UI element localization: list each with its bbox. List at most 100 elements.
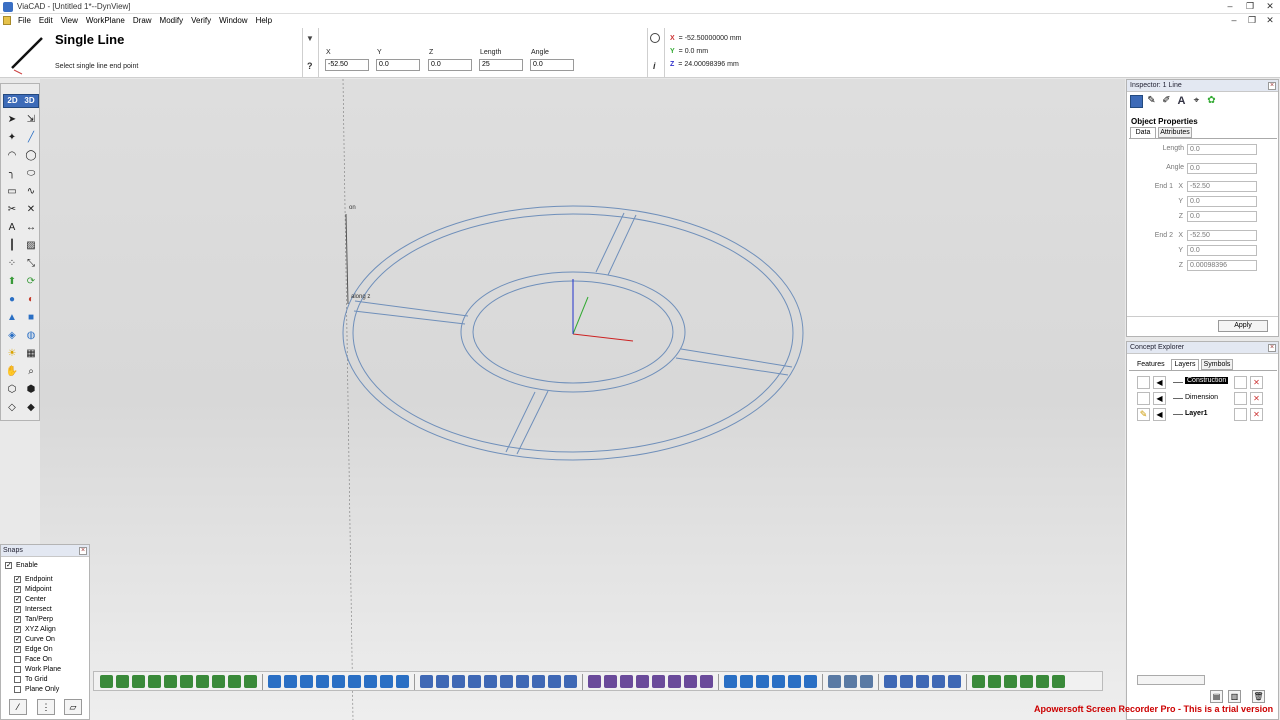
layer-edit-toggle[interactable] xyxy=(1137,376,1150,389)
box-icon[interactable]: ■ xyxy=(23,309,39,325)
snap-option-checkbox[interactable] xyxy=(14,655,21,663)
analyze-icon[interactable] xyxy=(844,675,857,688)
union-icon[interactable] xyxy=(636,675,649,688)
green-loft-icon[interactable] xyxy=(132,675,145,688)
solid-extrude-icon[interactable]: ⬆ xyxy=(4,273,20,289)
twist-icon[interactable] xyxy=(484,675,497,688)
sphere-icon[interactable]: ● xyxy=(4,291,20,307)
ellipse-icon[interactable]: ⬭ xyxy=(23,165,39,181)
paint-icon[interactable]: ✐ xyxy=(1160,95,1173,108)
end2-x-value[interactable]: -52.50 xyxy=(1187,230,1257,241)
snaps-close-icon[interactable]: × xyxy=(79,547,87,555)
menu-help[interactable]: Help xyxy=(252,14,276,28)
spline-icon[interactable]: ∿ xyxy=(23,183,39,199)
layer-name[interactable]: Layer1 xyxy=(1185,410,1208,417)
dimension-icon[interactable]: ↔ xyxy=(23,219,39,235)
zoom-icon[interactable]: ⌕ xyxy=(23,363,39,379)
red-cube-icon[interactable] xyxy=(588,675,601,688)
end1-x-value[interactable]: -52.50 xyxy=(1187,181,1257,192)
face-offset-icon[interactable] xyxy=(740,675,753,688)
new-layer-icon[interactable]: ▤ xyxy=(1210,690,1223,703)
face-fill-icon[interactable] xyxy=(804,675,817,688)
split-icon[interactable] xyxy=(652,675,665,688)
point-icon[interactable]: ✦ xyxy=(4,129,20,145)
light-icon[interactable]: ☀ xyxy=(4,345,20,361)
construction-icon[interactable]: ┃ xyxy=(4,237,20,253)
view-iso-icon[interactable]: ⬡ xyxy=(4,381,20,397)
cross-section-icon[interactable] xyxy=(860,675,873,688)
mode-3d[interactable]: 3D xyxy=(21,95,38,107)
menu-verify[interactable]: Verify xyxy=(187,14,215,28)
pointer-mini-icon[interactable] xyxy=(100,675,113,688)
array-icon[interactable] xyxy=(948,675,961,688)
solid-revolve-icon[interactable]: ⟳ xyxy=(23,273,39,289)
tube-icon[interactable] xyxy=(436,675,449,688)
tab-symbols[interactable]: Symbols xyxy=(1201,359,1233,370)
menu-edit[interactable]: Edit xyxy=(35,14,57,28)
cone-icon[interactable]: ▲ xyxy=(4,309,20,325)
tab-features[interactable]: Features xyxy=(1137,361,1165,368)
line-icon[interactable]: ╱ xyxy=(23,129,39,145)
circle-option-icon[interactable] xyxy=(650,33,660,43)
figure-icon[interactable] xyxy=(1020,675,1033,688)
horizontal-scrollbar[interactable] xyxy=(1137,675,1205,685)
face-delete-icon[interactable] xyxy=(772,675,785,688)
hatch-icon[interactable]: ▨ xyxy=(23,237,39,253)
snap-plane-button[interactable]: ▱ xyxy=(64,699,82,715)
green-leaf-icon[interactable] xyxy=(244,675,257,688)
3d-viewport[interactable]: on along z xyxy=(40,78,1125,720)
face-replace-icon[interactable] xyxy=(788,675,801,688)
arc-icon[interactable]: ◠ xyxy=(4,147,20,163)
green-extrude-icon[interactable] xyxy=(116,675,129,688)
end1-z-value[interactable]: 0.0 xyxy=(1187,211,1257,222)
layer-color-icon[interactable]: ✕ xyxy=(1250,392,1263,405)
restore-icon[interactable]: ❐ xyxy=(1244,1,1256,12)
inspector-close-icon[interactable]: × xyxy=(1268,82,1276,90)
snap-option-checkbox[interactable]: ✓ xyxy=(14,595,21,603)
view-top-icon[interactable]: ⬢ xyxy=(23,381,39,397)
layer-lock-toggle[interactable] xyxy=(1234,376,1247,389)
length-value[interactable]: 0.0 xyxy=(1187,144,1257,155)
green-blend-icon[interactable] xyxy=(196,675,209,688)
snap-option-row[interactable]: ✓ XYZ Align xyxy=(14,624,56,634)
circle-icon[interactable]: ◯ xyxy=(23,147,39,163)
spring-icon[interactable] xyxy=(532,675,545,688)
layer-row-layer1[interactable]: ✎ ◀ Layer1 ✕ xyxy=(1137,408,1267,422)
close-icon[interactable]: ✕ xyxy=(1264,1,1276,12)
layer-visibility-icon[interactable]: ◀ xyxy=(1153,392,1166,405)
layer-lock-toggle[interactable] xyxy=(1234,392,1247,405)
layer-row-construction[interactable]: ◀ Construction ✕ xyxy=(1137,376,1267,390)
render-icon[interactable]: ▦ xyxy=(23,345,39,361)
helix-icon[interactable] xyxy=(516,675,529,688)
snap-option-row[interactable]: ✓ Tan/Perp xyxy=(14,614,53,624)
end2-z-value[interactable]: 0.00098396 xyxy=(1187,260,1257,271)
delete-cross-icon[interactable]: ✕ xyxy=(23,201,39,217)
fillet-mini-icon[interactable] xyxy=(668,675,681,688)
turtle-icon[interactable] xyxy=(180,675,193,688)
shell-mini-icon[interactable] xyxy=(564,675,577,688)
snap-option-checkbox[interactable]: ✓ xyxy=(14,645,21,653)
angle-value[interactable]: 0.0 xyxy=(1187,163,1257,174)
z-input[interactable]: 0.0 xyxy=(428,59,472,71)
rectangle-icon[interactable]: ▭ xyxy=(4,183,20,199)
fillet-icon[interactable]: ╮ xyxy=(4,165,20,181)
green-revolve-icon[interactable] xyxy=(164,675,177,688)
subtract-icon[interactable] xyxy=(604,675,617,688)
tab-layers[interactable]: Layers xyxy=(1171,359,1199,370)
menu-draw[interactable]: Draw xyxy=(129,14,156,28)
extend-icon[interactable] xyxy=(988,675,1001,688)
menu-view[interactable]: View xyxy=(57,14,82,28)
menu-modify[interactable]: Modify xyxy=(156,14,188,28)
menu-window[interactable]: Window xyxy=(215,14,251,28)
shell-icon[interactable]: ◈ xyxy=(4,327,20,343)
snap-option-row[interactable]: Plane Only xyxy=(14,684,59,694)
text-style-icon[interactable]: A xyxy=(1175,95,1188,108)
layer-name[interactable]: Construction xyxy=(1185,377,1229,384)
menu-workplane[interactable]: WorkPlane xyxy=(82,14,129,28)
end1-y-value[interactable]: 0.0 xyxy=(1187,196,1257,207)
text-icon[interactable]: A xyxy=(4,219,20,235)
link-icon[interactable] xyxy=(452,675,465,688)
2d-3d-mode-toggle[interactable]: 2D 3D xyxy=(3,94,39,108)
transform-icon[interactable]: ⤡ xyxy=(23,255,39,271)
box-mini-icon[interactable] xyxy=(332,675,345,688)
